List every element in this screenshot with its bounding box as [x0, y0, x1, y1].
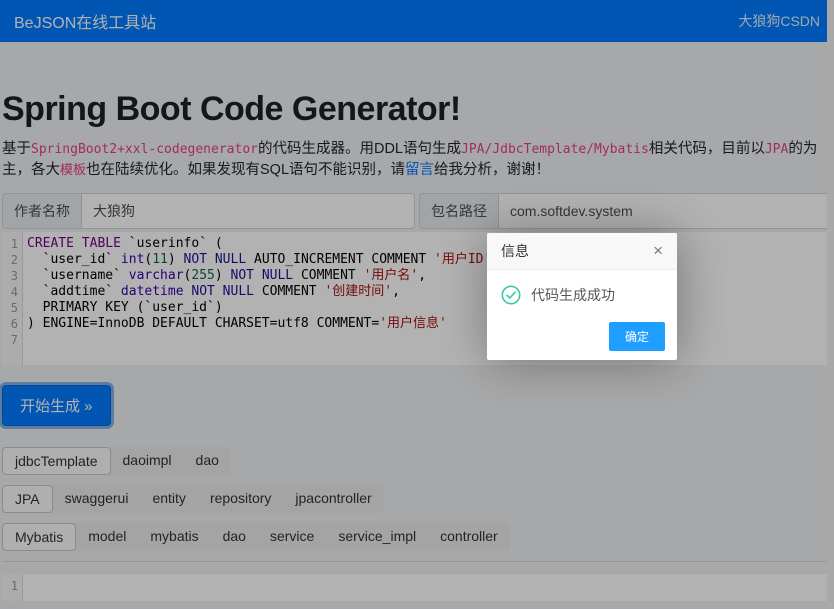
modal-body: 代码生成成功 — [487, 270, 677, 310]
close-icon[interactable]: × — [653, 244, 663, 258]
ok-button[interactable]: 确定 — [609, 322, 665, 351]
success-check-icon — [501, 285, 521, 305]
modal-title: 信息 — [501, 241, 529, 261]
modal-header: 信息 × — [487, 233, 677, 270]
modal-message: 代码生成成功 — [531, 285, 615, 305]
modal-backdrop — [0, 0, 834, 609]
info-modal: 信息 × 代码生成成功 确定 — [487, 233, 677, 360]
modal-footer: 确定 — [487, 310, 677, 360]
